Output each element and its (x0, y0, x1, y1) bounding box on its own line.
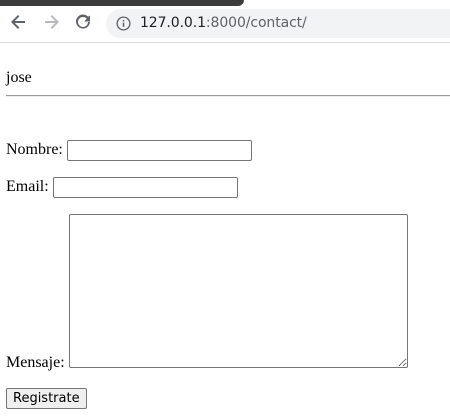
reload-icon (76, 14, 90, 29)
submit-button[interactable]: Registrate (6, 388, 87, 409)
url-path: :8000/contact/ (205, 15, 307, 31)
email-input[interactable] (53, 177, 238, 198)
info-icon[interactable] (116, 16, 131, 31)
forward-button[interactable] (40, 11, 62, 33)
arrow-left-icon (11, 15, 25, 29)
arrow-right-icon (45, 15, 59, 29)
browser-toolbar: 127.0.0.1:8000/contact/ (0, 0, 450, 43)
tab-strip (0, 0, 244, 6)
nombre-label: Nombre: (6, 141, 63, 158)
nombre-input[interactable] (67, 140, 252, 161)
mensaje-label: Mensaje: (6, 354, 65, 371)
back-button[interactable] (8, 11, 30, 33)
email-label: Email: (6, 178, 49, 195)
reload-button[interactable] (72, 11, 94, 33)
url-host: 127.0.0.1 (140, 15, 206, 31)
horizontal-rule (6, 95, 450, 97)
url-text[interactable]: 127.0.0.1:8000/contact/ (140, 15, 307, 31)
mensaje-textarea[interactable] (69, 214, 408, 368)
address-bar[interactable]: 127.0.0.1:8000/contact/ (106, 9, 450, 38)
username-text: jose (6, 69, 32, 86)
